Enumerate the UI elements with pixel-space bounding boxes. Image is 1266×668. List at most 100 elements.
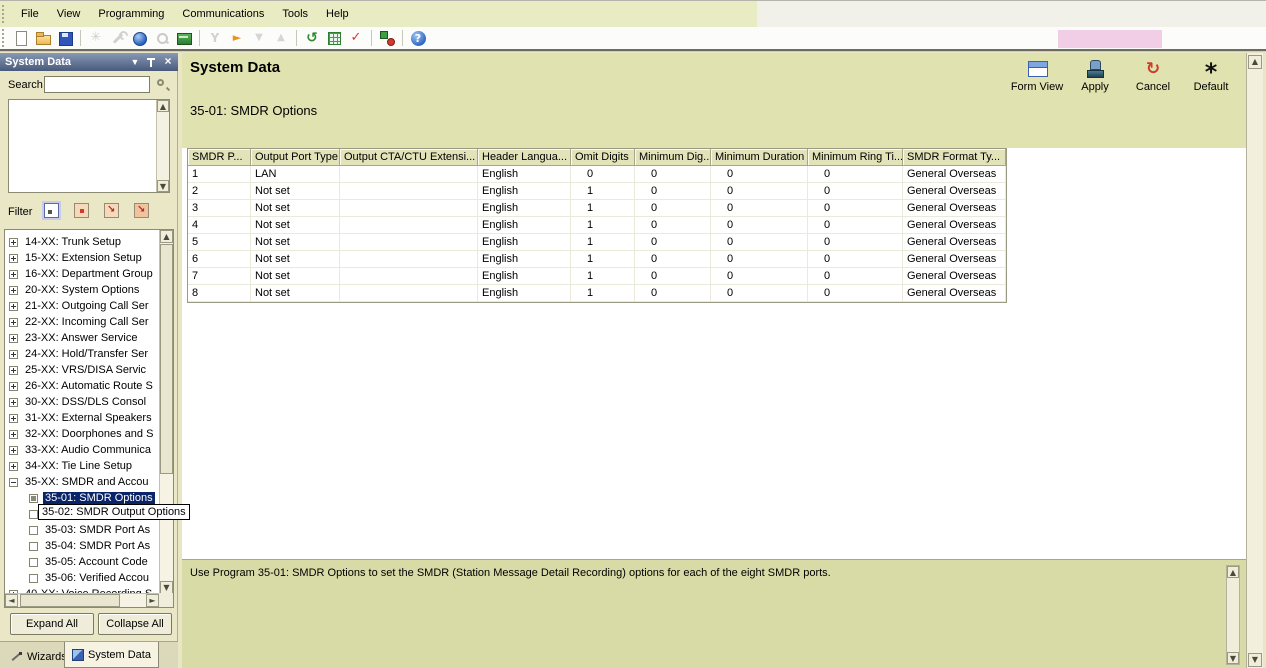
table-cell[interactable]: General Overseas — [903, 234, 1006, 251]
chevron-down-icon[interactable]: ▼ — [128, 55, 142, 69]
menu-tools[interactable]: Tools — [273, 4, 317, 24]
column-header[interactable]: Header Langua... — [478, 149, 571, 166]
tree-item[interactable]: 32-XX: Doorphones and S — [5, 426, 159, 442]
scroll-up-button[interactable]: ▲ — [157, 100, 169, 112]
table-cell[interactable]: 1 — [571, 217, 635, 234]
table-cell[interactable] — [340, 200, 478, 217]
table-cell[interactable]: General Overseas — [903, 285, 1006, 302]
table-cell[interactable]: 0 — [808, 285, 903, 302]
expand-plus-icon[interactable] — [9, 414, 18, 423]
table-cell[interactable]: 0 — [711, 200, 808, 217]
cancel-button[interactable]: ↻Cancel — [1124, 59, 1182, 93]
table-cell[interactable]: Not set — [251, 200, 340, 217]
table-cell[interactable] — [340, 285, 478, 302]
tree-vertical-scrollbar[interactable]: ▲ ▼ — [159, 230, 173, 594]
tree-item[interactable]: 24-XX: Hold/Transfer Ser — [5, 346, 159, 362]
scroll-down-button[interactable]: ▼ — [1248, 653, 1262, 667]
table-cell[interactable] — [340, 166, 478, 183]
tree-item[interactable]: 35-XX: SMDR and Accou — [5, 474, 159, 490]
search-input[interactable] — [44, 76, 150, 93]
table-cell[interactable]: Not set — [251, 183, 340, 200]
tab-system-data[interactable]: System Data — [64, 642, 159, 668]
tools-wrench-icon[interactable] — [107, 29, 129, 47]
table-cell[interactable]: General Overseas — [903, 200, 1006, 217]
filter-funnel-icon[interactable]: Y — [204, 29, 226, 47]
help-icon[interactable]: ? — [407, 29, 429, 47]
expand-plus-icon[interactable] — [9, 382, 18, 391]
tree-item[interactable]: 31-XX: External Speakers — [5, 410, 159, 426]
table-cell[interactable]: 0 — [808, 268, 903, 285]
expand-plus-icon[interactable] — [9, 462, 18, 471]
table-cell[interactable]: 0 — [808, 166, 903, 183]
table-cell[interactable]: General Overseas — [903, 217, 1006, 234]
tree-item[interactable]: 16-XX: Department Group — [5, 266, 159, 282]
open-file-icon[interactable] — [32, 29, 54, 47]
table-cell[interactable]: General Overseas — [903, 183, 1006, 200]
tree-checkbox-icon[interactable] — [29, 574, 38, 583]
expand-all-button[interactable]: Expand All — [10, 613, 94, 635]
tree-item[interactable]: 35-05: Account Code — [5, 554, 159, 570]
table-cell[interactable]: 4 — [188, 217, 251, 234]
menu-file[interactable]: File — [12, 4, 48, 24]
menu-help[interactable]: Help — [317, 4, 358, 24]
table-cell[interactable] — [340, 268, 478, 285]
table-cell[interactable]: 0 — [808, 200, 903, 217]
table-cell[interactable]: Not set — [251, 234, 340, 251]
table-cell[interactable]: LAN — [251, 166, 340, 183]
apply-button[interactable]: Apply — [1066, 59, 1124, 93]
tree-checkbox-icon[interactable] — [29, 542, 38, 551]
scroll-right-button[interactable]: ► — [146, 594, 159, 607]
table-cell[interactable]: 8 — [188, 285, 251, 302]
collapse-all-button[interactable]: Collapse All — [98, 613, 172, 635]
table-cell[interactable]: 2 — [188, 183, 251, 200]
description-scrollbar[interactable]: ▲ ▼ — [1226, 565, 1240, 665]
table-cell[interactable]: 1 — [571, 268, 635, 285]
column-header[interactable]: Output CTA/CTU Extensi... — [340, 149, 478, 166]
table-cell[interactable]: 0 — [808, 183, 903, 200]
table-cell[interactable]: 0 — [635, 251, 711, 268]
scroll-down-button[interactable]: ▼ — [157, 180, 169, 192]
tree-item[interactable]: 35-06: Verified Accou — [5, 570, 159, 586]
table-cell[interactable]: 0 — [808, 251, 903, 268]
table-cell[interactable]: General Overseas — [903, 251, 1006, 268]
column-header[interactable]: Output Port Type — [251, 149, 340, 166]
menu-communications[interactable]: Communications — [173, 4, 273, 24]
expand-plus-icon[interactable] — [9, 254, 18, 263]
tree-checkbox-icon[interactable] — [29, 558, 38, 567]
table-cell[interactable]: 1 — [188, 166, 251, 183]
table-cell[interactable]: 0 — [635, 217, 711, 234]
table-cell[interactable]: 0 — [635, 166, 711, 183]
table-cell[interactable]: 0 — [808, 217, 903, 234]
search-button[interactable] — [155, 77, 171, 93]
card-icon[interactable] — [173, 29, 195, 47]
collapse-minus-icon[interactable] — [9, 478, 18, 487]
expand-plus-icon[interactable] — [9, 398, 18, 407]
table-cell[interactable]: 0 — [711, 183, 808, 200]
scrollbar-thumb[interactable] — [20, 594, 120, 607]
table-cell[interactable]: 0 — [635, 183, 711, 200]
table-cell[interactable]: 0 — [635, 268, 711, 285]
scroll-up-button[interactable]: ▲ — [160, 230, 173, 243]
tab-wizards[interactable]: Wizards — [2, 645, 74, 668]
toolbar-grip[interactable] — [2, 29, 6, 47]
default-button[interactable]: *Default — [1182, 59, 1240, 93]
column-header[interactable]: Omit Digits — [571, 149, 635, 166]
column-header[interactable]: Minimum Dig... — [635, 149, 711, 166]
table-cell[interactable]: 0 — [711, 285, 808, 302]
table-cell[interactable]: English — [478, 285, 571, 302]
tree-item[interactable]: 26-XX: Automatic Route S — [5, 378, 159, 394]
tree-horizontal-scrollbar[interactable]: ◄ ► — [5, 593, 159, 607]
menu-view[interactable]: View — [48, 4, 90, 24]
expand-plus-icon[interactable] — [9, 238, 18, 247]
tree-checkbox-icon[interactable] — [29, 526, 38, 535]
tree-item[interactable]: 33-XX: Audio Communica — [5, 442, 159, 458]
table-cell[interactable]: 5 — [188, 234, 251, 251]
table-cell[interactable]: English — [478, 217, 571, 234]
table-cell[interactable]: English — [478, 268, 571, 285]
tree-item[interactable]: 20-XX: System Options — [5, 282, 159, 298]
column-header[interactable]: Minimum Ring Ti... — [808, 149, 903, 166]
scrollbar-thumb[interactable] — [160, 244, 173, 474]
tree-checkbox-icon[interactable] — [29, 510, 38, 519]
column-header[interactable]: Minimum Duration — [711, 149, 808, 166]
tree-item[interactable]: 35-03: SMDR Port As — [5, 522, 159, 538]
